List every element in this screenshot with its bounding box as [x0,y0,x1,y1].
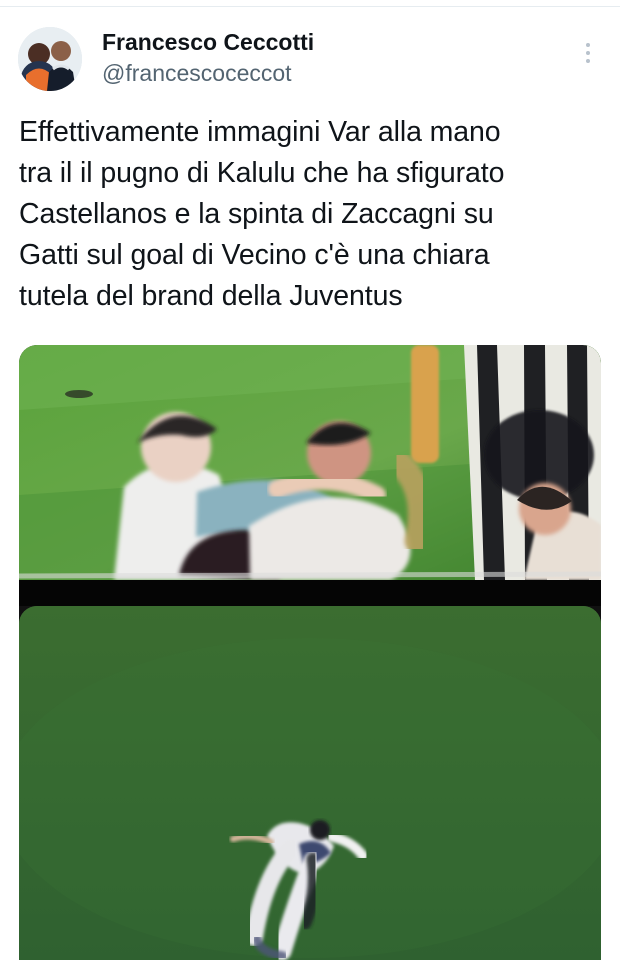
tweet-text-line: Gatti sul goal di Vecino c'è una chiara [19,239,490,271]
user-handle[interactable]: @francescoceccot [102,58,522,88]
more-options-dot-icon [586,51,590,55]
top-divider [0,6,620,7]
tweet-text-line: Castellanos e la spinta di Zaccagni su [19,198,494,230]
tweet-media [19,345,601,960]
tweet-card: Francesco Ceccotti @francescoceccot Effe… [0,0,620,960]
display-name[interactable]: Francesco Ceccotti [102,28,522,56]
avatar[interactable] [18,27,82,91]
media-photo-1[interactable] [19,345,601,580]
media-photo-2[interactable] [19,606,601,960]
tweet-text: Effettivamente immagini Var alla mano tr… [19,112,609,317]
media-gap [19,580,601,606]
user-info: Francesco Ceccotti @francescoceccot [102,28,522,88]
tweet-text-line: tra il il pugno di Kalulu che ha sfigura… [19,157,505,189]
more-options-button[interactable] [574,36,602,70]
tweet-text-line: tutela del brand della Juventus [19,280,403,312]
more-options-dot-icon [586,43,590,47]
avatar-image [18,27,82,91]
football-overhead-image [19,606,601,960]
football-replay-image [19,345,601,580]
more-options-dot-icon [586,59,590,63]
tweet-text-line: Effettivamente immagini Var alla mano [19,116,501,148]
